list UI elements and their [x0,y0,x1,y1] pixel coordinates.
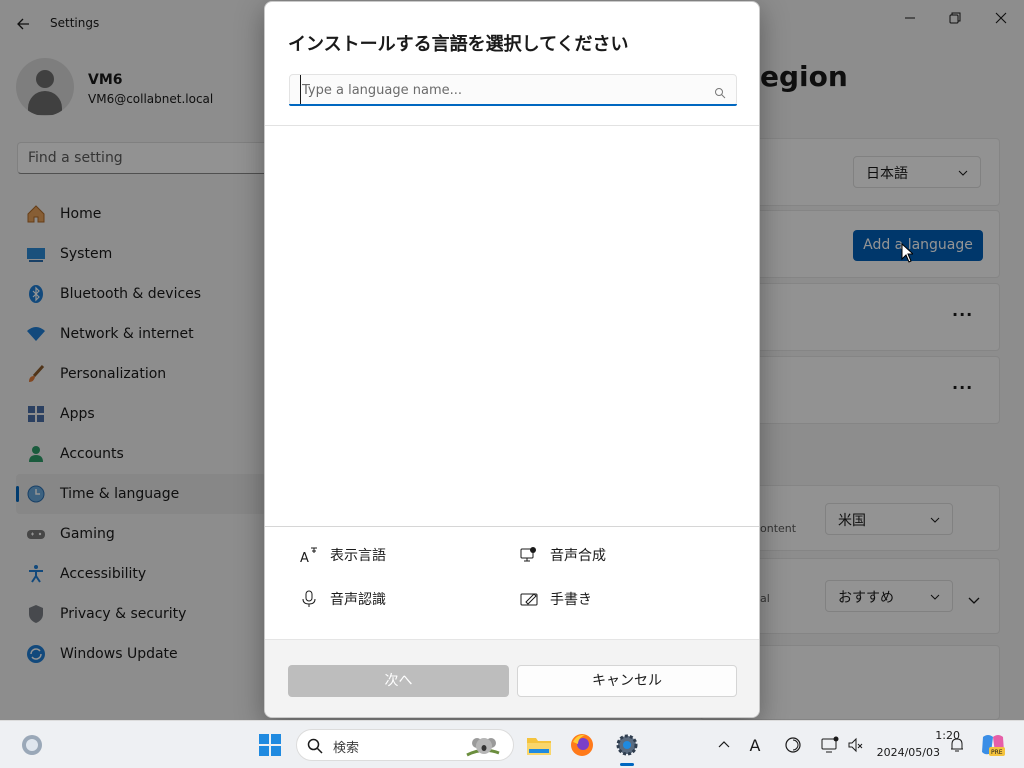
svg-text:PRE: PRE [991,749,1003,756]
language-list[interactable] [265,126,759,526]
copilot-icon[interactable]: PRE [980,733,1006,757]
file-explorer-icon[interactable] [525,731,553,759]
language-search-input[interactable] [300,75,700,105]
ime-indicator[interactable]: A [745,735,765,755]
speaker-muted-icon[interactable] [846,735,866,755]
svg-text:A: A [300,551,309,564]
display-language-icon: A [300,546,318,564]
taskbar: 検索 A 1:20 2024/05/03 PRE [0,720,1024,768]
add-language-dialog: インストールする言語を選択してください A 表示言語 音声合成 音声認識 手書き… [264,1,760,718]
taskbar-search-label: 検索 [333,741,360,756]
koala-illustration-icon [465,733,501,759]
start-icon[interactable] [258,733,282,757]
language-search-box[interactable] [289,74,737,106]
microphone-icon [300,590,318,608]
divider [265,526,759,527]
mouse-cursor-icon [901,242,915,263]
search-icon [714,84,726,99]
dialog-title: インストールする言語を選択してください [288,34,629,55]
feature-handwriting: 手書き [520,589,592,609]
network-monitor-icon[interactable] [820,735,840,755]
notification-bell-icon[interactable] [947,735,967,755]
clock-date[interactable]: 2024/05/03 [868,746,940,759]
feature-label: 手書き [550,592,592,608]
settings-gear-icon[interactable] [613,731,641,759]
firefox-icon[interactable] [568,731,596,759]
search-icon [307,738,323,754]
feature-label: 音声認識 [330,592,386,608]
feature-label: 音声合成 [550,548,606,564]
widgets-icon[interactable] [20,733,44,757]
handwriting-icon [520,590,538,608]
feature-display-language: A 表示言語 [300,545,386,565]
feature-text-to-speech: 音声合成 [520,545,606,565]
dialog-footer: 次へ キャンセル [265,639,759,717]
cancel-button[interactable]: キャンセル [517,665,737,697]
ime-mode-icon[interactable] [783,735,803,755]
taskbar-search[interactable]: 検索 [296,729,514,761]
next-button[interactable]: 次へ [288,665,509,697]
text-to-speech-icon [520,546,538,564]
feature-speech-recognition: 音声認識 [300,589,386,609]
chevron-up-icon[interactable] [714,735,734,755]
active-app-indicator [620,763,634,766]
feature-label: 表示言語 [330,548,386,564]
